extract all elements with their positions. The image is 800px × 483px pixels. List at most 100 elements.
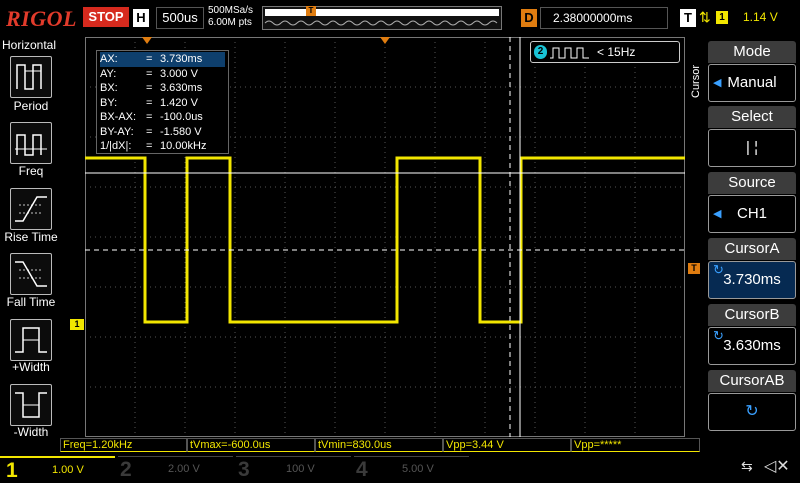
freq-label: Freq	[18, 164, 44, 178]
trigger-level-marker[interactable]: T	[688, 263, 700, 274]
cursor-readout-value: -100.0us	[160, 111, 203, 123]
measurement-vpp[interactable]: Vpp=3.44 V	[443, 438, 571, 452]
cursor-readout-row: AY: = 3.000 V	[100, 67, 225, 82]
mode-value: Manual	[727, 74, 777, 91]
cursor-readout-value: 1.420 V	[160, 96, 198, 109]
rise-time-label: Rise Time	[4, 230, 58, 244]
measurement-tvmax[interactable]: tVmax=-600.0us	[187, 438, 315, 452]
cursora-adjust[interactable]: ↻ 3.730ms	[708, 261, 796, 299]
cursor-menu: Mode ◀ Manual Select | ¦ Source ◀ CH1 Cu…	[700, 37, 800, 450]
cursora-value: 3.730ms	[723, 271, 781, 288]
speaker-muted-icon[interactable]: ◁✕	[764, 456, 790, 476]
brand-logo: RIGOL	[6, 6, 77, 31]
measurement-vpp-2[interactable]: Vpp=*****	[571, 438, 700, 452]
cursor-readout-key: BY-AY:	[100, 125, 134, 138]
ch1-offset-marker[interactable]: 1	[70, 319, 84, 330]
ch2-panel[interactable]: 2 2.00 V	[118, 456, 233, 481]
memory-start-marker	[142, 37, 152, 44]
cursor-readout-eq: =	[146, 125, 153, 138]
frequency-icon	[15, 134, 47, 156]
ch1-number: 1	[6, 459, 18, 482]
memory-trigger-marker: T	[306, 6, 316, 16]
negative-width-icon	[15, 392, 47, 418]
ch2-frequency-counter: 2 < 15Hz	[530, 41, 680, 63]
cursor-readout-key: 1/|dX|:	[100, 140, 132, 152]
positive-width-label: +Width	[12, 360, 50, 374]
cursor-readout-key: AY:	[100, 67, 117, 80]
freq-button[interactable]	[10, 122, 52, 164]
trigger-level[interactable]: 1.14 V	[743, 10, 778, 24]
ch1-scale: 1.00 V	[52, 464, 84, 476]
fall-time-icon	[15, 261, 47, 287]
cursor-readout-key: BX-AX:	[100, 111, 137, 123]
horizontal-badge: H	[133, 9, 149, 27]
run-stop-status[interactable]: STOP	[83, 7, 129, 27]
mode-select[interactable]: ◀ Manual	[708, 64, 796, 102]
horizontal-menu-title: Horizontal	[2, 38, 57, 52]
delay-badge: D	[521, 9, 537, 27]
cursor-readout-eq: =	[146, 53, 153, 65]
delay-value[interactable]: 2.38000000ms	[540, 7, 668, 29]
ch2-badge: 2	[534, 45, 547, 59]
cursor-readout-row: AX: = 3.730ms	[100, 52, 225, 67]
measurement-tvmin[interactable]: tVmin=830.0us	[315, 438, 443, 452]
cursorb-value: 3.630ms	[723, 337, 781, 354]
ch3-panel[interactable]: 3 100 V	[236, 456, 351, 481]
trigger-badge: T	[680, 9, 696, 27]
ch4-panel[interactable]: 4 5.00 V	[354, 456, 469, 481]
mode-label: Mode	[708, 41, 796, 63]
source-arrow-icon: ◀	[713, 208, 722, 220]
ch3-scale: 100 V	[286, 463, 315, 475]
select-button[interactable]: | ¦	[708, 129, 796, 167]
memory-waveform-thumbnail	[264, 9, 499, 26]
cursor-readout-row: BY-AY: = -1.580 V	[100, 125, 225, 140]
cursor-readout-row: 1/|dX|: = 10.00kHz	[100, 139, 225, 154]
ch2-frequency-value: < 15Hz	[597, 45, 636, 59]
cursor-readout-key: AX:	[100, 53, 118, 65]
cursorab-label: CursorAB	[708, 370, 796, 392]
channel-status-bar: 1 1.00 V 2 2.00 V 3 100 V 4 5.00 V ⇆ ◁✕	[0, 454, 800, 482]
horizontal-measure-menu: Horizontal Period Freq Rise Time Fall Ti…	[0, 38, 62, 450]
measurement-bar: Freq=1.20kHz tVmax=-600.0us tVmin=830.0u…	[60, 438, 700, 453]
cursorab-knob-icon: ↻	[745, 403, 759, 420]
ch3-number: 3	[238, 458, 250, 481]
cursorab-adjust[interactable]: ↻	[708, 393, 796, 431]
measurement-freq[interactable]: Freq=1.20kHz	[60, 438, 187, 452]
fall-time-label: Fall Time	[6, 295, 56, 309]
period-button[interactable]	[10, 56, 52, 98]
trigger-position-marker	[380, 37, 390, 44]
period-label: Period	[13, 99, 49, 113]
cursora-knob-icon: ↻	[713, 262, 724, 277]
negative-width-button[interactable]	[10, 384, 52, 426]
top-status-bar: RIGOL STOP H 500us 500MSa/s 6.00M pts T …	[0, 0, 800, 36]
negative-width-label: -Width	[13, 425, 49, 439]
source-select[interactable]: ◀ CH1	[708, 195, 796, 233]
cursor-readout-row: BY: = 1.420 V	[100, 96, 225, 111]
select-value: | ¦	[746, 139, 758, 156]
sample-rate: 500MSa/s	[208, 5, 254, 16]
cursor-readout-panel: AX: = 3.730ms AY: = 3.000 V BX: = 3.630ms BY: = 1.4…	[96, 50, 229, 154]
positive-width-button[interactable]	[10, 319, 52, 361]
cursor-readout-row: BX-AX: = -100.0us	[100, 110, 225, 125]
memory-overview-bar[interactable]	[262, 6, 502, 30]
cursorb-adjust[interactable]: ↻ 3.630ms	[708, 327, 796, 365]
rise-time-button[interactable]	[10, 188, 52, 230]
cursor-readout-value: 3.000 V	[160, 67, 198, 80]
ch2-scale: 2.00 V	[168, 463, 200, 475]
usb-icon: ⇆	[741, 458, 753, 474]
source-value: CH1	[736, 205, 767, 222]
fall-time-button[interactable]	[10, 253, 52, 295]
timebase-value[interactable]: 500us	[156, 7, 204, 29]
cursor-readout-eq: =	[146, 82, 153, 94]
mode-arrow-icon: ◀	[713, 77, 722, 89]
memory-window	[265, 9, 499, 16]
square-wave-icon	[550, 47, 589, 59]
cursor-readout-row: BX: = 3.630ms	[100, 81, 225, 96]
source-label: Source	[708, 172, 796, 194]
cursor-readout-value: 3.630ms	[160, 82, 203, 94]
ch1-panel[interactable]: 1 1.00 V	[0, 456, 115, 482]
cursor-readout-value: 3.730ms	[160, 53, 203, 65]
trigger-edge-icon: ⇅	[699, 9, 711, 25]
rise-time-icon	[15, 196, 47, 222]
cursor-readout-eq: =	[146, 111, 153, 123]
